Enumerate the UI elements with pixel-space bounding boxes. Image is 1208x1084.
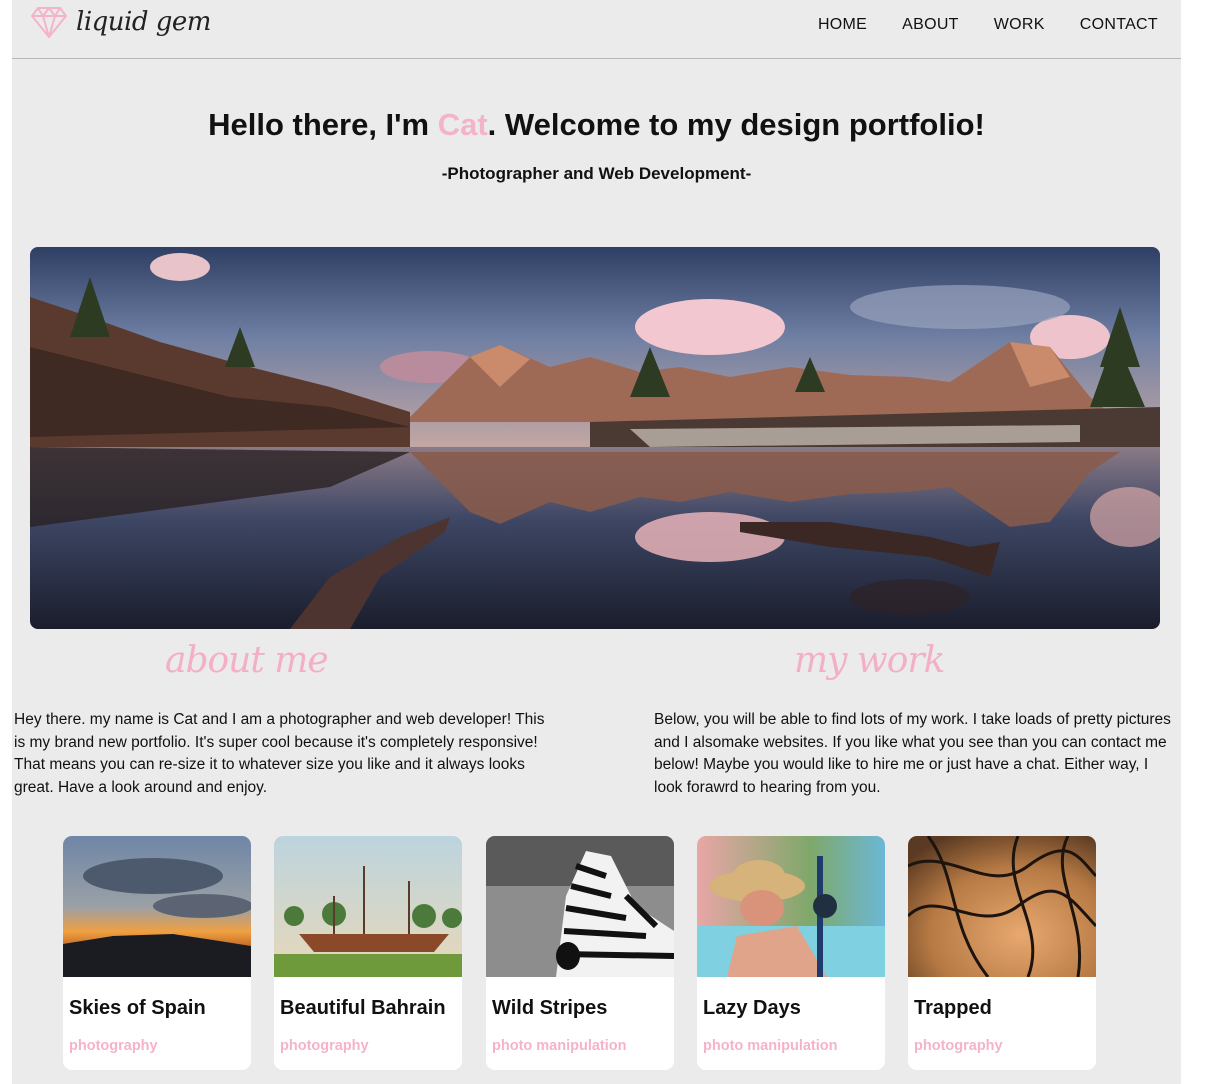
- portfolio-card-skies-of-spain[interactable]: Skies of Spain photography: [63, 836, 251, 1070]
- portfolio-card-lazy-days[interactable]: Lazy Days photo manipulation: [697, 836, 885, 1070]
- hero-title-suffix: . Welcome to my design portfolio!: [487, 107, 985, 142]
- card-title: Wild Stripes: [492, 997, 608, 1019]
- card-title: Trapped: [914, 997, 992, 1019]
- hero-title: Hello there, I'm Cat. Welcome to my desi…: [12, 107, 1181, 143]
- portfolio-card-beautiful-bahrain[interactable]: Beautiful Bahrain photography: [274, 836, 462, 1070]
- card-image: [486, 836, 674, 977]
- page: liquid gem HOME ABOUT WORK CONTACT Hello…: [12, 0, 1181, 1084]
- work-heading: my work: [794, 640, 945, 681]
- main-nav: HOME ABOUT WORK CONTACT: [818, 16, 1158, 34]
- diamond-icon: [31, 7, 67, 38]
- portfolio-card-wild-stripes[interactable]: Wild Stripes photo manipulation: [486, 836, 674, 1070]
- card-title: Skies of Spain: [69, 997, 206, 1019]
- logo[interactable]: liquid gem: [30, 2, 211, 42]
- work-text: Below, you will be able to find lots of …: [654, 711, 1171, 796]
- site-header: liquid gem HOME ABOUT WORK CONTACT: [12, 0, 1181, 59]
- card-title: Lazy Days: [703, 997, 801, 1019]
- card-image: [697, 836, 885, 977]
- hero-subtitle: -Photographer and Web Development-: [441, 164, 752, 183]
- nav-contact[interactable]: CONTACT: [1080, 16, 1158, 34]
- brand-name: liquid gem: [76, 7, 211, 37]
- nav-work[interactable]: WORK: [994, 16, 1045, 34]
- hero-title-name: Cat: [437, 107, 488, 142]
- card-tag: photography: [280, 1038, 369, 1054]
- card-tag: photo manipulation: [492, 1038, 627, 1054]
- card-tag: photography: [69, 1038, 158, 1054]
- card-title: Beautiful Bahrain: [280, 997, 446, 1019]
- portfolio-card-trapped[interactable]: Trapped photography: [908, 836, 1096, 1070]
- card-image: [274, 836, 462, 977]
- hero-banner-image: [30, 247, 1160, 629]
- card-tag: photography: [914, 1038, 1003, 1054]
- card-tag: photo manipulation: [703, 1038, 838, 1054]
- nav-about[interactable]: ABOUT: [902, 16, 959, 34]
- nav-home[interactable]: HOME: [818, 16, 867, 34]
- card-image: [63, 836, 251, 977]
- hero-title-prefix: Hello there, I'm: [208, 107, 438, 142]
- about-text: Hey there. my name is Cat and I am a pho…: [14, 711, 545, 796]
- about-heading: about me: [165, 640, 329, 681]
- card-image: [908, 836, 1096, 977]
